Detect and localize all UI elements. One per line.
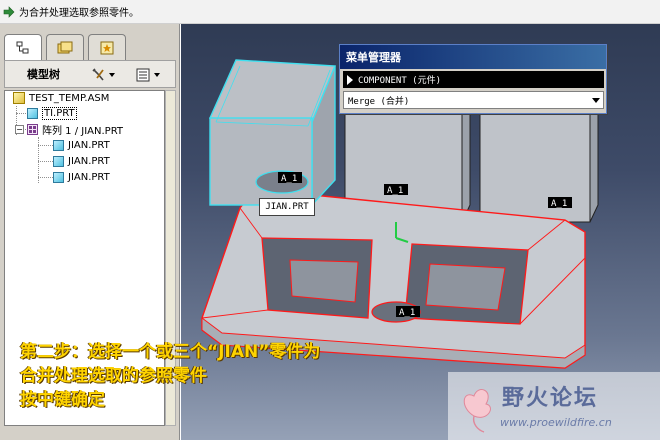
instruction-line: 第二步：选择一个或三个“JIAN”零件为 <box>20 342 321 362</box>
svg-text:A_1: A_1 <box>281 174 297 184</box>
csys-marker: A_1 <box>278 172 302 184</box>
svg-text:A_1: A_1 <box>399 308 415 318</box>
tree-settings-icon <box>92 68 115 81</box>
collapse-toggle[interactable]: − <box>15 124 24 134</box>
folder-browser-icon <box>57 41 73 53</box>
tree-item-assembly[interactable]: TEST_TEMP.ASM <box>13 91 109 105</box>
part-icon <box>27 107 38 119</box>
tree-connector <box>38 161 53 162</box>
navigator-tabs <box>4 34 130 60</box>
watermark-url: www.proewildfire.cn <box>500 416 612 429</box>
watermark-name: 野火论坛 <box>502 386 599 411</box>
menu-manager-title: 菜单管理器 <box>340 45 606 69</box>
expand-arrow-icon <box>347 74 353 85</box>
tree-settings-button[interactable] <box>91 66 117 84</box>
tree-item-ti-part[interactable]: TI.PRT <box>27 106 77 120</box>
svg-text:A_1: A_1 <box>387 186 403 196</box>
instruction-line: 合并处理选取的参照零件 <box>20 366 207 386</box>
arrow-prompt-icon <box>3 5 15 18</box>
tab-favorites[interactable] <box>88 34 126 60</box>
pattern-icon <box>27 123 38 135</box>
csys-marker: A_1 <box>384 184 408 196</box>
tree-item-pattern[interactable]: − 阵列 1 / JIAN.PRT <box>15 122 123 137</box>
tree-connector <box>38 177 53 178</box>
tab-folder-browser[interactable] <box>46 34 84 60</box>
instruction-line: 按中键确定 <box>20 390 105 410</box>
tree-show-button[interactable] <box>135 66 163 84</box>
menu-item-component[interactable]: COMPONENT (元件) <box>343 71 604 88</box>
chevron-down-icon <box>592 98 600 103</box>
instruction-overlay: 第二步：选择一个或三个“JIAN”零件为 合并处理选取的参照零件 按中键确定 <box>20 340 320 412</box>
csys-marker: A_1 <box>396 306 420 318</box>
tree-item-jian-3[interactable]: JIAN.PRT <box>53 170 110 184</box>
model-tree-header: 模型树 <box>4 60 176 88</box>
part-tooltip: JIAN.PRT <box>259 198 315 216</box>
csys-marker: A_1 <box>548 197 572 209</box>
watermark: 野火论坛 www.proewildfire.cn <box>448 372 660 440</box>
tab-model-tree[interactable] <box>4 34 42 60</box>
menu-manager-dialog: 菜单管理器 COMPONENT (元件) Merge (合并) <box>339 44 607 114</box>
jian-part-highlighted[interactable] <box>208 59 337 207</box>
svg-text:A_1: A_1 <box>551 199 567 209</box>
merge-select[interactable]: Merge (合并) <box>343 91 604 109</box>
assembly-icon <box>13 92 25 104</box>
part-icon <box>53 171 64 183</box>
model-tree-title: 模型树 <box>27 68 60 81</box>
tree-connector <box>16 113 26 114</box>
part-icon <box>53 139 64 151</box>
tree-connector <box>38 145 53 146</box>
tree-show-icon <box>136 68 160 82</box>
message-bar: 为合并处理选取参照零件。 <box>0 0 660 24</box>
favorites-icon <box>100 41 114 54</box>
message-text: 为合并处理选取参照零件。 <box>19 8 139 19</box>
tree-item-jian-1[interactable]: JIAN.PRT <box>53 138 110 152</box>
part-icon <box>53 155 64 167</box>
model-tree-icon <box>16 41 29 53</box>
tree-item-jian-2[interactable]: JIAN.PRT <box>53 154 110 168</box>
